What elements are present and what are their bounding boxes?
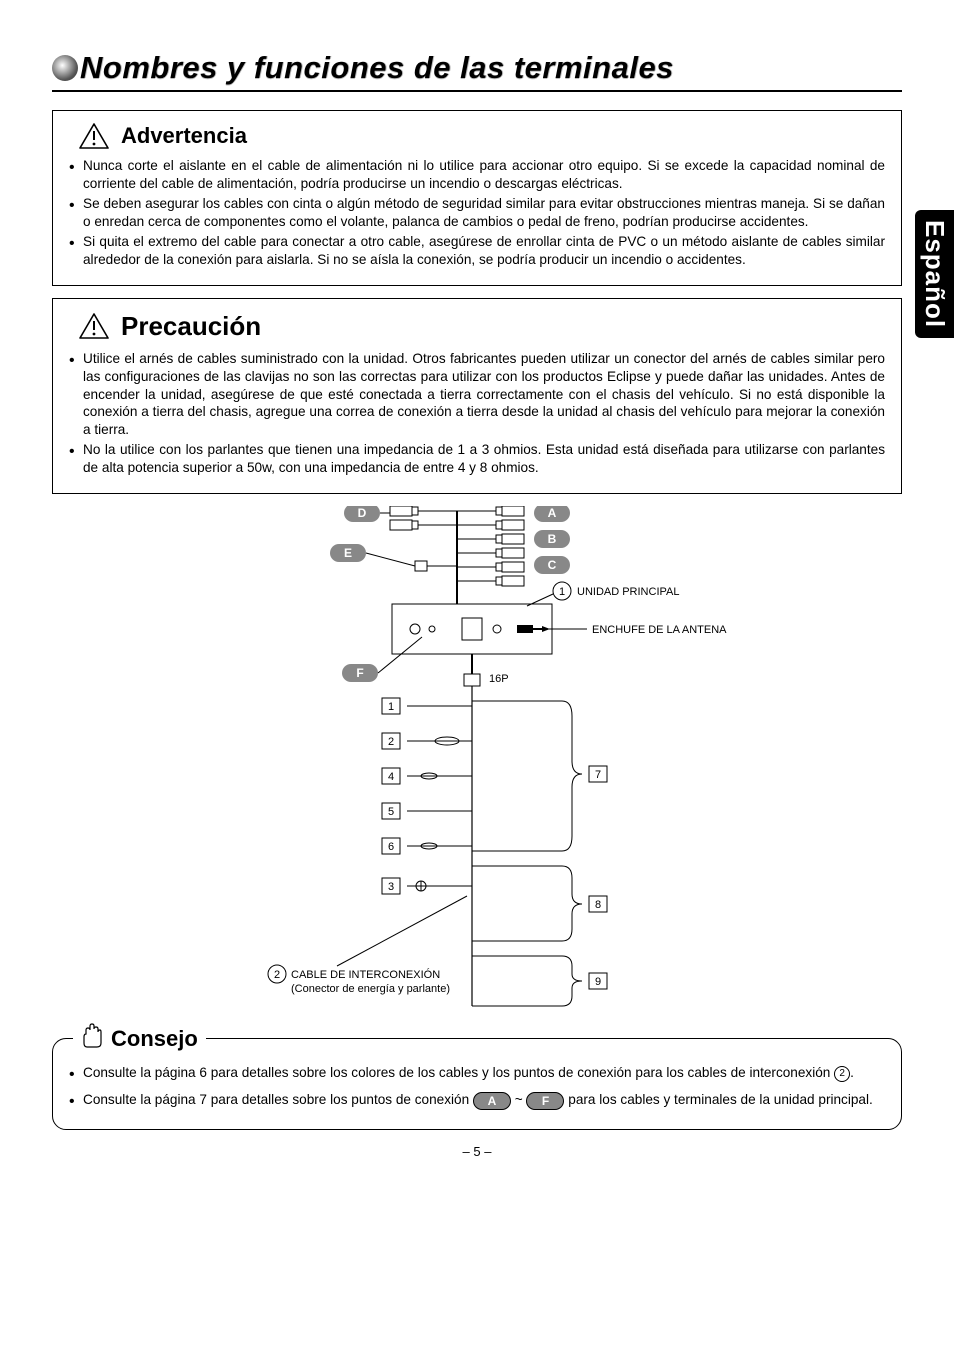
caution-header: Precaución xyxy=(79,311,885,342)
warning-item: Nunca corte el aislante en el cable de a… xyxy=(69,157,885,193)
caution-title: Precaución xyxy=(121,311,261,342)
tip-text: Consulte la página 7 para detalles sobre… xyxy=(83,1092,469,1107)
warning-item: Se deben asegurar los cables con cinta o… xyxy=(69,195,885,231)
svg-text:4: 4 xyxy=(388,771,394,783)
svg-text:16P: 16P xyxy=(489,673,509,685)
warning-triangle-icon xyxy=(79,123,109,149)
caution-item: Utilice el arnés de cables suministrado … xyxy=(69,350,885,440)
terminal-diagram: D E A B C F 1 UNIDAD PRINCIPAL ENCHUFE D… xyxy=(52,506,902,1026)
page-number: – 5 – xyxy=(52,1144,902,1159)
diagram-svg: D E A B C F 1 UNIDAD PRINCIPAL ENCHUFE D… xyxy=(197,506,757,1026)
inline-circle-2-icon: 2 xyxy=(834,1066,850,1082)
tip-list: Consulte la página 6 para detalles sobre… xyxy=(69,1061,885,1111)
warning-list: Nunca corte el aislante en el cable de a… xyxy=(69,157,885,269)
svg-text:(Conector de energía y parlant: (Conector de energía y parlante) xyxy=(291,983,450,995)
tip-text: Consulte la página 6 para detalles sobre… xyxy=(83,1065,830,1080)
tip-box: Consejo Consulte la página 6 para detall… xyxy=(52,1038,902,1130)
tip-title: Consejo xyxy=(111,1026,198,1052)
svg-text:1: 1 xyxy=(388,701,394,713)
svg-text:F: F xyxy=(356,666,363,680)
warning-header: Advertencia xyxy=(79,123,885,149)
svg-text:2: 2 xyxy=(274,969,280,981)
svg-text:A: A xyxy=(548,506,557,520)
title-bullet-icon xyxy=(52,55,78,81)
caution-list: Utilice el arnés de cables suministrado … xyxy=(69,350,885,478)
svg-text:3: 3 xyxy=(388,881,394,893)
svg-text:C: C xyxy=(548,558,557,572)
page: Español Nombres y funciones de las termi… xyxy=(0,0,954,1189)
svg-text:ENCHUFE DE LA ANTENA: ENCHUFE DE LA ANTENA xyxy=(592,624,727,636)
svg-text:8: 8 xyxy=(595,899,601,911)
inline-pill-a-icon: A xyxy=(473,1092,511,1110)
svg-text:D: D xyxy=(358,506,367,520)
caution-triangle-icon xyxy=(79,313,109,339)
caution-box: Precaución Utilice el arnés de cables su… xyxy=(52,298,902,495)
hand-icon xyxy=(81,1023,103,1054)
tip-item: Consulte la página 6 para detalles sobre… xyxy=(69,1061,885,1084)
svg-text:1: 1 xyxy=(559,586,565,598)
tip-item: Consulte la página 7 para detalles sobre… xyxy=(69,1088,885,1111)
caution-item: No la utilice con los parlantes que tien… xyxy=(69,441,885,477)
svg-text:B: B xyxy=(548,532,557,546)
warning-box: Advertencia Nunca corte el aislante en e… xyxy=(52,110,902,286)
language-tab: Español xyxy=(915,210,954,338)
svg-text:9: 9 xyxy=(595,976,601,988)
svg-text:E: E xyxy=(344,546,352,560)
page-title: Nombres y funciones de las terminales xyxy=(80,50,674,86)
tip-text: ~ xyxy=(515,1092,523,1107)
warning-title: Advertencia xyxy=(121,123,247,149)
svg-text:2: 2 xyxy=(388,736,394,748)
svg-text:6: 6 xyxy=(388,841,394,853)
tip-header: Consejo xyxy=(73,1023,206,1054)
tip-text: . xyxy=(850,1065,854,1080)
tip-text: para los cables y terminales de la unida… xyxy=(568,1092,873,1107)
warning-item: Si quita el extremo del cable para conec… xyxy=(69,233,885,269)
svg-text:7: 7 xyxy=(595,769,601,781)
page-title-row: Nombres y funciones de las terminales xyxy=(52,50,902,92)
svg-text:UNIDAD PRINCIPAL: UNIDAD PRINCIPAL xyxy=(577,586,679,598)
inline-pill-f-icon: F xyxy=(526,1092,564,1110)
svg-text:CABLE DE INTERCONEXIÓN: CABLE DE INTERCONEXIÓN xyxy=(291,968,440,981)
svg-text:5: 5 xyxy=(388,806,394,818)
